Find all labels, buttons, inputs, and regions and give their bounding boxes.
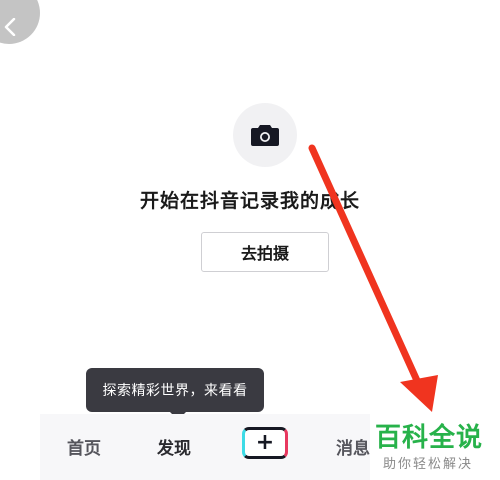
- go-shoot-button[interactable]: 去拍摄: [201, 232, 329, 272]
- tab-home[interactable]: 首页: [67, 434, 101, 459]
- back-button[interactable]: [0, 0, 40, 44]
- create-plus-button[interactable]: +: [242, 427, 288, 459]
- watermark-title: 百科全说: [375, 423, 484, 453]
- camera-icon-circle: [233, 103, 297, 167]
- camera-icon: [251, 125, 279, 146]
- empty-state-message: 开始在抖音记录我的成长: [139, 190, 360, 212]
- watermark-subtitle: 助你轻松解决: [383, 457, 474, 472]
- discover-tooltip: 探索精彩世界，来看看: [86, 368, 264, 412]
- tab-discover[interactable]: 发现: [157, 434, 191, 459]
- tab-messages[interactable]: 消息: [336, 434, 370, 459]
- chevron-left-icon: [4, 17, 16, 40]
